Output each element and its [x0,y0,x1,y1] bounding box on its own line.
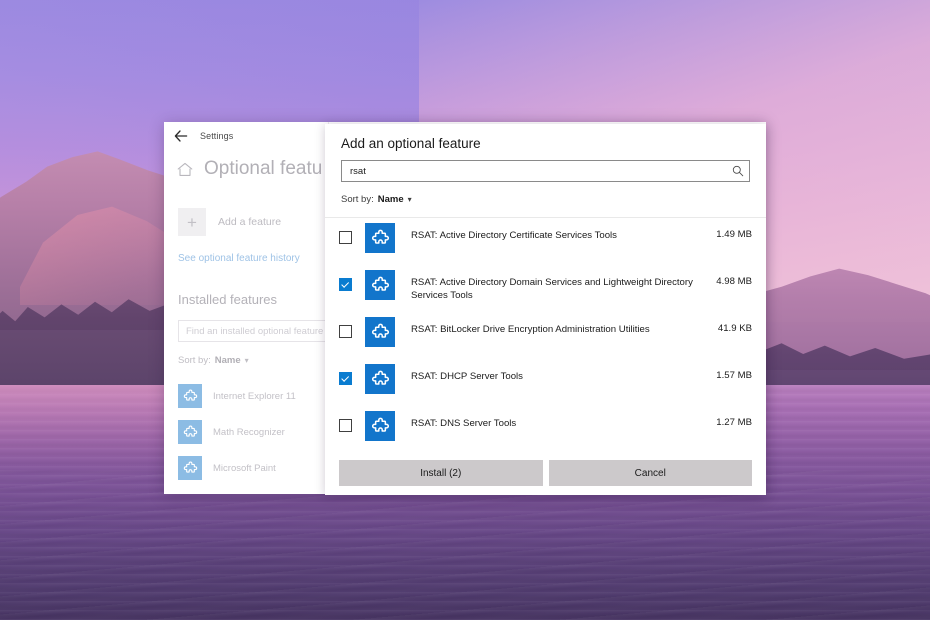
feature-list[interactable]: RSAT: Active Directory Certificate Servi… [325,218,766,448]
feature-size: 1.27 MB [716,417,752,428]
dialog-sort-dropdown[interactable]: Sort by: Name ▾ [341,194,412,205]
add-optional-feature-dialog: Add an optional feature Sort by: Name ▾ [325,124,766,495]
search-input[interactable] [342,164,727,178]
installed-features-sort-dropdown[interactable]: Sort by: Name ▾ [178,355,249,366]
feature-checkbox[interactable] [339,372,352,385]
page-title: Optional featu [204,158,323,179]
puzzle-piece-icon [178,384,202,408]
feature-search-box[interactable] [341,160,750,182]
feature-checkbox-cell[interactable] [339,218,365,244]
list-item-label: Microsoft Paint [213,462,276,474]
add-a-feature-label: Add a feature [218,216,282,228]
feature-size: 1.49 MB [716,229,752,240]
feature-name: RSAT: DHCP Server Tools [411,371,523,382]
install-button[interactable]: Install (2) [339,460,543,486]
dialog-title: Add an optional feature [341,136,481,151]
home-icon[interactable] [176,160,194,178]
settings-titlebar: Settings [164,122,329,150]
table-row[interactable]: RSAT: DHCP Server Tools 1.57 MB [325,359,766,406]
puzzle-piece-icon [178,456,202,480]
table-row[interactable]: RSAT: DNS Server Tools 1.27 MB [325,406,766,448]
list-item-label: Internet Explorer 11 [213,390,296,402]
table-row[interactable]: RSAT: BitLocker Drive Encryption Adminis… [325,312,766,359]
feature-checkbox[interactable] [339,419,352,432]
dialog-footer: Install (2) Cancel [325,451,766,495]
puzzle-piece-icon [365,411,395,441]
plus-icon[interactable]: + [178,208,206,236]
chevron-down-icon: ▾ [407,195,412,204]
installed-features-search-input[interactable]: Find an installed optional feature [178,320,343,342]
feature-checkbox-cell[interactable] [339,312,365,338]
puzzle-piece-icon [365,223,395,253]
feature-size: 1.57 MB [716,370,752,381]
table-row[interactable]: RSAT: Active Directory Certificate Servi… [325,218,766,265]
list-item-label: Math Recognizer [213,426,285,438]
feature-checkbox-cell[interactable] [339,406,365,432]
feature-name: RSAT: Active Directory Domain Services a… [411,277,693,301]
installed-features-heading: Installed features [178,292,278,307]
table-row[interactable]: RSAT: Active Directory Domain Services a… [325,265,766,312]
puzzle-piece-icon [365,270,395,300]
feature-checkbox-cell[interactable] [339,265,365,291]
settings-left-pane: Settings Optional featu + Add a feature … [164,122,343,494]
search-icon[interactable] [727,161,749,181]
feature-checkbox[interactable] [339,325,352,338]
feature-size: 41.9 KB [717,323,752,334]
feature-name: RSAT: DNS Server Tools [411,418,517,429]
feature-name: RSAT: Active Directory Certificate Servi… [411,230,617,241]
feature-name: RSAT: BitLocker Drive Encryption Adminis… [411,324,650,335]
feature-size: 4.98 MB [716,276,752,287]
puzzle-piece-icon [178,420,202,444]
list-item[interactable]: Microsoft Paint [178,450,343,486]
installed-features-search-placeholder: Find an installed optional feature [186,325,324,337]
add-a-feature-row[interactable]: + Add a feature [178,208,281,236]
see-optional-feature-history-link[interactable]: See optional feature history [178,253,300,264]
installed-sort-prefix: Sort by: [178,355,211,366]
dialog-sort-value: Name [377,194,404,205]
dialog-sort-prefix: Sort by: [341,194,374,205]
installed-sort-value: Name [214,355,241,366]
screen: Settings Optional featu + Add a feature … [0,0,930,620]
settings-page-header: Optional featu [176,158,322,180]
puzzle-piece-icon [365,364,395,394]
settings-titlebar-label: Settings [200,131,234,141]
chevron-down-icon: ▾ [244,356,249,365]
cancel-button[interactable]: Cancel [548,460,752,486]
puzzle-piece-icon [365,317,395,347]
feature-checkbox[interactable] [339,278,352,291]
feature-checkbox[interactable] [339,231,352,244]
back-arrow-icon[interactable] [170,125,192,147]
feature-checkbox-cell[interactable] [339,359,365,385]
list-item[interactable]: Internet Explorer 11 [178,378,343,414]
list-item[interactable]: Math Recognizer [178,414,343,450]
installed-features-list: Internet Explorer 11 Math Recognizer Mic… [178,378,343,486]
